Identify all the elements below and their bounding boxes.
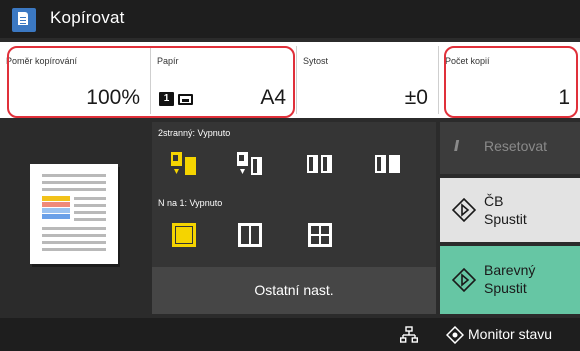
nup-2-in-1-button[interactable] — [220, 215, 280, 255]
copy-ratio-label: Poměr kopírování — [6, 56, 78, 66]
copy-ratio-value: 100% — [86, 86, 140, 109]
status-monitor-label: Monitor stavu — [468, 326, 553, 342]
duplex-1-to-1-icon — [171, 152, 196, 175]
preview-panel — [0, 122, 148, 314]
bw-start-line2: Spustit — [484, 211, 527, 227]
duplex-2-to-1-icon — [375, 155, 400, 173]
status-monitor-button[interactable]: Monitor stavu — [436, 318, 580, 351]
copy-screen: Kopírovat Poměr kopírování 100% Papír 1 … — [0, 0, 580, 351]
reset-icon: // — [454, 138, 460, 155]
bw-start-button[interactable]: ČB Spustit — [440, 178, 580, 242]
start-icon — [452, 268, 476, 292]
reset-label: Resetovat — [484, 138, 548, 154]
copies-label: Počet kopií — [445, 56, 490, 66]
reset-button[interactable]: // Resetovat — [440, 122, 580, 174]
tray-1-icon: 1 — [159, 92, 174, 106]
density-value: ±0 — [404, 86, 428, 109]
paper-label: Papír — [157, 56, 179, 66]
copy-ratio-setting[interactable]: Poměr kopírování 100% — [0, 42, 150, 118]
title-bar: Kopírovat — [0, 0, 580, 38]
duplex-1-to-2-icon — [237, 152, 262, 175]
duplex-2-to-2-button[interactable] — [290, 144, 350, 184]
other-settings-button[interactable]: Ostatní nast. — [152, 267, 436, 314]
density-label: Sytost — [303, 56, 329, 66]
drawer-icon — [178, 93, 193, 105]
status-monitor-icon — [446, 326, 464, 344]
document-preview — [30, 164, 118, 264]
bw-start-line1: ČB — [484, 193, 504, 209]
options-panel: 2stranný: Vypnuto N na 1: Vypnuto Ostatn… — [152, 122, 436, 314]
nup-off-button[interactable] — [154, 215, 214, 255]
duplex-2-to-2-icon — [307, 155, 332, 173]
duplex-label: 2stranný: Vypnuto — [158, 128, 231, 138]
status-bar: Monitor stavu — [0, 318, 580, 351]
density-setting[interactable]: Sytost ±0 — [297, 42, 438, 118]
duplex-1-to-2-button[interactable] — [220, 144, 280, 184]
single-page-icon — [172, 223, 196, 247]
two-in-one-icon — [238, 223, 262, 247]
nup-4-in-1-button[interactable] — [290, 215, 350, 255]
paper-setting[interactable]: Papír 1 A4 — [151, 42, 296, 118]
network-icon[interactable] — [400, 326, 418, 344]
color-start-line2: Spustit — [484, 280, 527, 296]
color-start-button[interactable]: Barevný Spustit — [440, 246, 580, 314]
page-title: Kopírovat — [50, 8, 125, 27]
start-icon — [452, 198, 476, 222]
four-in-one-icon — [308, 223, 332, 247]
copy-icon — [12, 8, 36, 32]
duplex-off-button[interactable] — [154, 144, 214, 184]
nup-label: N na 1: Vypnuto — [158, 198, 223, 208]
copies-value: 1 — [558, 86, 570, 109]
settings-row: Poměr kopírování 100% Papír 1 A4 Sytost … — [0, 42, 580, 118]
duplex-2-to-1-button[interactable] — [358, 144, 418, 184]
color-start-line1: Barevný — [484, 262, 536, 278]
copies-setting[interactable]: Počet kopií 1 — [439, 42, 580, 118]
paper-value: A4 — [260, 86, 286, 109]
